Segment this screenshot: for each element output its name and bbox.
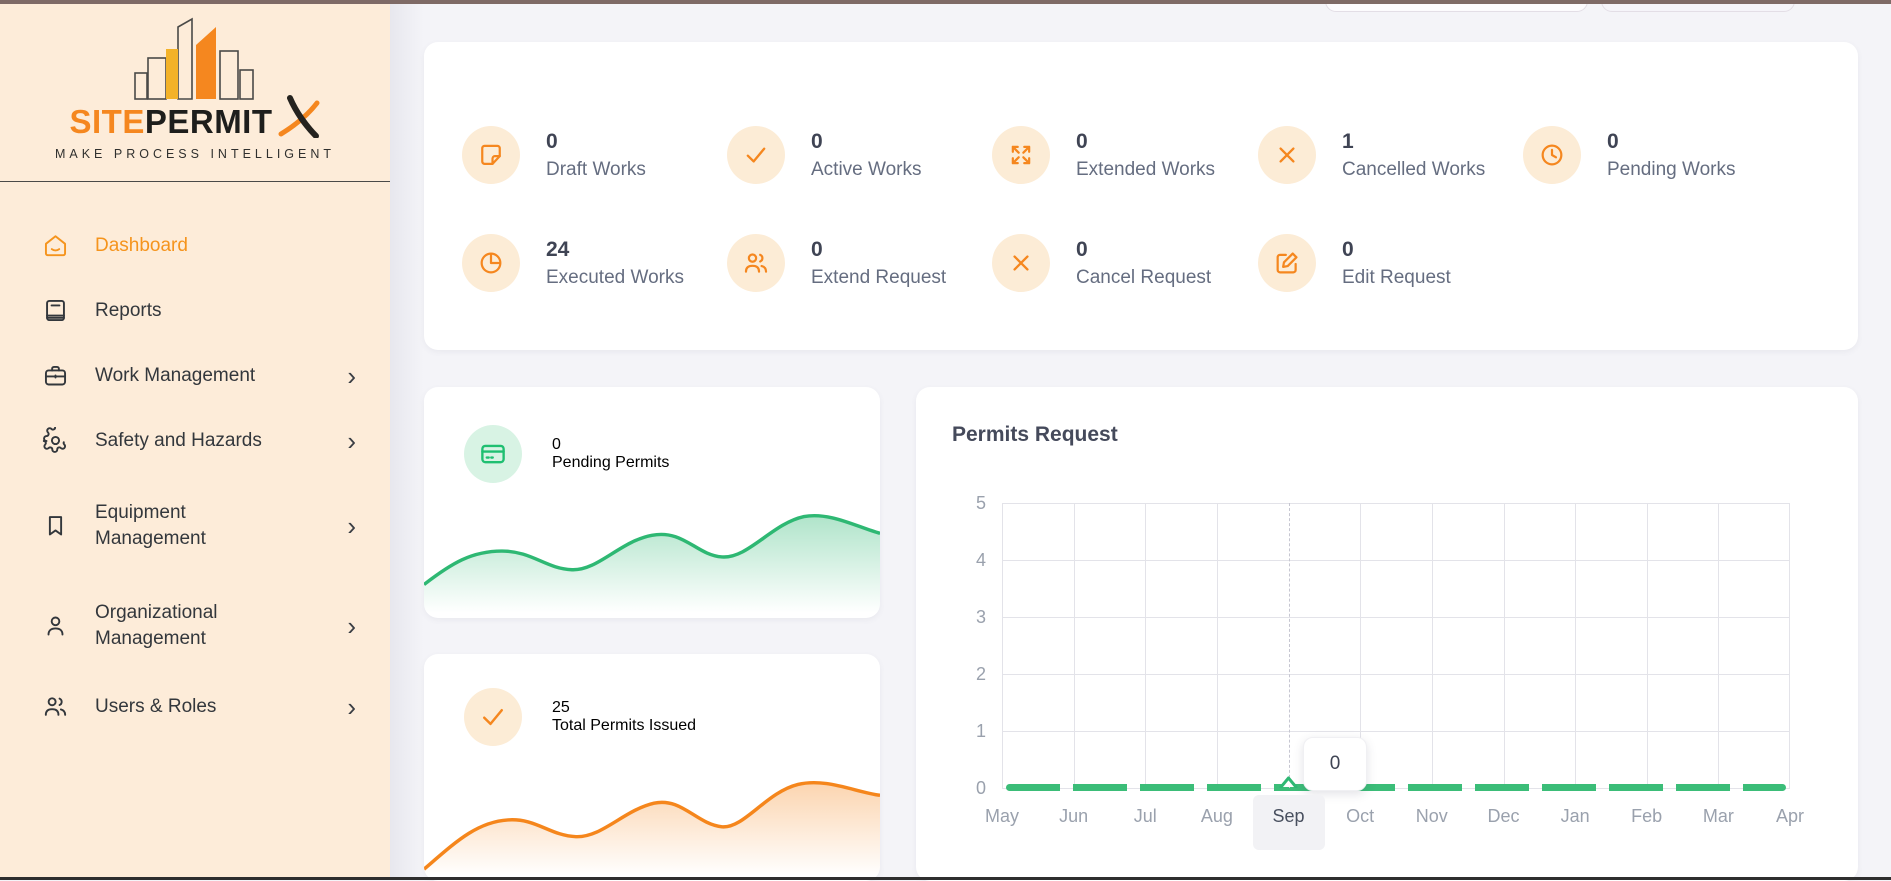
- chevron-right-icon: ›: [347, 616, 360, 636]
- chevron-right-icon: ›: [347, 366, 360, 386]
- sidebar-item-users-roles[interactable]: Users & Roles ›: [42, 693, 360, 720]
- permits-request-card: Permits Request 5 4 3 2 1 0: [916, 387, 1858, 881]
- x-label: Dec: [1468, 806, 1540, 827]
- chart-tooltip: 0: [1303, 737, 1367, 791]
- x-icon: [1258, 126, 1316, 184]
- stat-extended-works: 0Extended Works: [992, 126, 1215, 184]
- x-label: Apr: [1754, 806, 1826, 827]
- chevron-right-icon: ›: [347, 697, 360, 717]
- y-tick: 4: [940, 550, 986, 571]
- stat-active-works: 0Active Works: [727, 126, 922, 184]
- window-top-border: [0, 0, 1891, 4]
- y-tick: 2: [940, 664, 986, 685]
- chevron-right-icon: ›: [347, 516, 360, 536]
- users-icon: [42, 693, 69, 720]
- y-tick: 3: [940, 607, 986, 628]
- clock-icon: [1523, 126, 1581, 184]
- gear-icon: [42, 427, 69, 454]
- sidebar-item-safety-hazards[interactable]: Safety and Hazards ›: [42, 427, 360, 454]
- pending-permits-sparkline: [424, 490, 880, 618]
- stat-cancelled-works: 1Cancelled Works: [1258, 126, 1485, 184]
- pending-permits-card: 0Pending Permits: [424, 387, 880, 618]
- person-icon: [42, 612, 69, 639]
- x-label: Jun: [1038, 806, 1110, 827]
- sidebar-item-equipment-management[interactable]: Equipment Management ›: [42, 500, 360, 551]
- stat-extend-request: 0Extend Request: [727, 234, 946, 292]
- x-label: Mar: [1682, 806, 1754, 827]
- y-tick: 0: [940, 778, 986, 799]
- stat-cancel-request: 0Cancel Request: [992, 234, 1211, 292]
- permits-series-line: [1006, 784, 1786, 791]
- users-icon: [727, 234, 785, 292]
- x-label: Jul: [1109, 806, 1181, 827]
- logo-x-mark: [275, 94, 321, 138]
- x-label: Jan: [1539, 806, 1611, 827]
- credit-card-icon: [464, 425, 522, 483]
- stat-executed-works: 24Executed Works: [462, 234, 684, 292]
- sidebar-item-reports[interactable]: Reports: [42, 297, 360, 324]
- x-label-active: Sep: [1253, 806, 1325, 827]
- sidebar-item-work-management[interactable]: Work Management ›: [42, 362, 360, 389]
- hover-point-marker: [1279, 775, 1298, 788]
- stat-pending-works: 0Pending Works: [1523, 126, 1736, 184]
- check-icon: [464, 688, 522, 746]
- briefcase-icon: [42, 362, 69, 389]
- x-label: May: [966, 806, 1038, 827]
- pie-chart-icon: [462, 234, 520, 292]
- x-label: Nov: [1396, 806, 1468, 827]
- logo: SITEPERMIT MAKE PROCESS INTELLIGENT: [0, 4, 390, 182]
- chevron-right-icon: ›: [347, 431, 360, 451]
- stat-edit-request: 0Edit Request: [1258, 234, 1451, 292]
- expand-arrows-icon: [992, 126, 1050, 184]
- sidebar: SITEPERMIT MAKE PROCESS INTELLIGENT Dash…: [0, 0, 390, 880]
- total-permits-sparkline: [424, 749, 880, 881]
- y-tick: 5: [940, 493, 986, 514]
- x-icon: [992, 234, 1050, 292]
- brand-tagline: MAKE PROCESS INTELLIGENT: [55, 147, 335, 161]
- x-label: Oct: [1324, 806, 1396, 827]
- reports-icon: [42, 297, 69, 324]
- hover-crosshair-line: [1289, 503, 1290, 788]
- works-stats-card: 0Draft Works 0Active Works 0Extended Wor…: [424, 42, 1858, 350]
- check-icon: [727, 126, 785, 184]
- main-content: 0Draft Works 0Active Works 0Extended Wor…: [390, 4, 1891, 877]
- sidebar-item-dashboard[interactable]: Dashboard: [42, 232, 360, 259]
- chart-title: Permits Request: [952, 423, 1118, 447]
- brand-name: SITEPERMIT: [69, 105, 272, 138]
- total-permits-card: 25Total Permits Issued: [424, 654, 880, 881]
- bookmark-icon: [42, 512, 69, 539]
- y-tick: 1: [940, 721, 986, 742]
- x-label: Aug: [1181, 806, 1253, 827]
- stat-draft-works: 0Draft Works: [462, 126, 646, 184]
- draft-icon: [462, 126, 520, 184]
- permits-request-plot: 5 4 3 2 1 0 0 May Jun Jul Aug Sep Oct No…: [1002, 503, 1790, 788]
- logo-buildings-icon: [119, 12, 271, 100]
- home-icon: [42, 232, 69, 259]
- edit-icon: [1258, 234, 1316, 292]
- sidebar-item-organizational-management[interactable]: Organizational Management ›: [42, 600, 360, 651]
- x-label: Feb: [1611, 806, 1683, 827]
